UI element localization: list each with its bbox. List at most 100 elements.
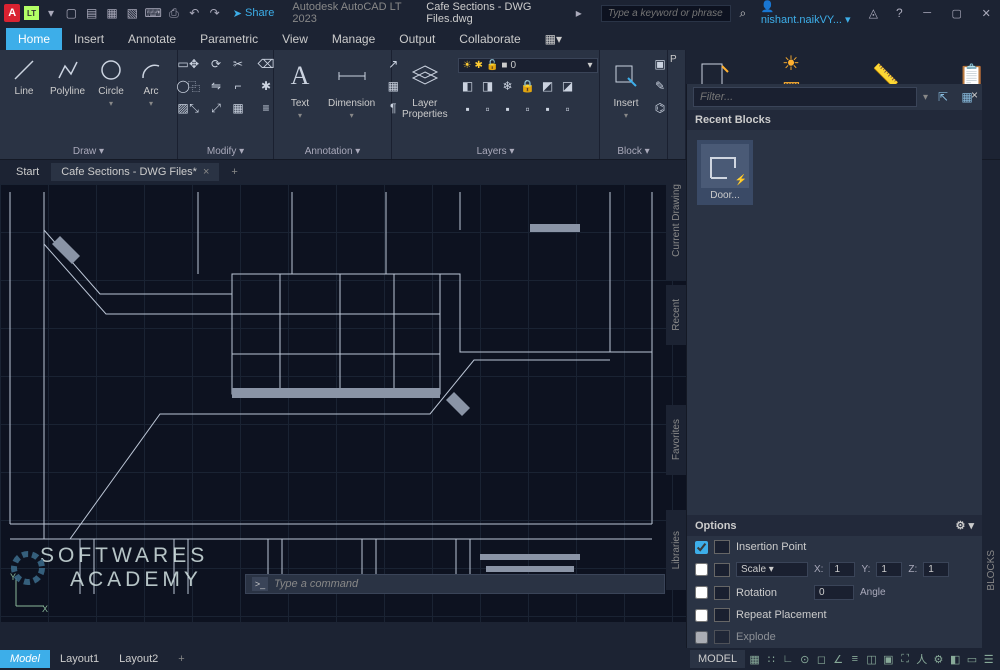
doctab-start[interactable]: Start — [6, 163, 49, 181]
tab-collaborate[interactable]: Collaborate — [447, 28, 532, 50]
sidetab-libraries[interactable]: Libraries — [666, 510, 686, 590]
arc-tool[interactable]: Arc▾ — [133, 54, 169, 110]
status-lwt-icon[interactable]: ≡ — [848, 650, 863, 668]
text-tool[interactable]: AText▾ — [280, 54, 320, 122]
scale-icon[interactable]: ⤢ — [206, 98, 226, 118]
search-input[interactable] — [601, 5, 731, 22]
layer-combo[interactable]: ☀✱🔓■0▾ — [458, 58, 598, 73]
layer-a-icon[interactable]: ▪ — [458, 99, 478, 119]
rotation-checkbox[interactable] — [695, 586, 708, 599]
create-block-icon[interactable]: ▣ — [650, 54, 670, 74]
app-logo[interactable]: A — [4, 4, 20, 22]
array-icon[interactable]: ▦ — [228, 98, 248, 118]
layeroff-icon[interactable]: ◨ — [478, 76, 498, 96]
opt-insertion-point[interactable]: Insertion Point — [687, 536, 982, 558]
sidetab-blocks[interactable]: BLOCKS — [982, 540, 1000, 600]
opt-scale[interactable]: Scale ▾X:1Y:1Z:1 — [687, 558, 982, 581]
tab-insert[interactable]: Insert — [62, 28, 116, 50]
block-thumb-door[interactable]: ⚡ Door... — [697, 140, 753, 205]
doctab-active[interactable]: Cafe Sections - DWG Files*× — [51, 163, 219, 181]
plot-icon[interactable]: ⌨ — [144, 4, 161, 22]
undo-icon[interactable]: ↶ — [186, 4, 202, 22]
panel-draw-title[interactable]: Draw ▾ — [6, 144, 171, 157]
status-model[interactable]: MODEL — [690, 650, 745, 668]
status-ann-icon[interactable]: 人 — [914, 650, 929, 668]
layer-e-icon[interactable]: ▪ — [538, 99, 558, 119]
status-clean-icon[interactable]: ▭ — [965, 650, 980, 668]
layer-c-icon[interactable]: ▪ — [498, 99, 518, 119]
block-filter-input[interactable] — [693, 87, 917, 107]
status-ws-icon[interactable]: ⚙ — [931, 650, 946, 668]
redo-icon[interactable]: ↷ — [206, 4, 222, 22]
command-line[interactable]: >_Type a command — [245, 574, 665, 594]
tab-featured[interactable]: ▦▾ — [533, 28, 557, 50]
status-ortho-icon[interactable]: ∟ — [781, 650, 796, 668]
layer-f-icon[interactable]: ▫ — [558, 99, 578, 119]
scale-x-field[interactable]: 1 — [829, 562, 855, 577]
dimension-tool[interactable]: Dimension▾ — [324, 54, 379, 122]
copy-icon[interactable]: ⿻ — [184, 76, 204, 96]
attr-icon[interactable]: ⌬ — [650, 98, 670, 118]
status-otrack-icon[interactable]: ∠ — [831, 650, 846, 668]
doctab-close-icon[interactable]: × — [203, 166, 209, 178]
layout-add[interactable]: + — [168, 650, 194, 668]
trim-icon[interactable]: ✂ — [228, 54, 248, 74]
edit-block-icon[interactable]: ✎ — [650, 76, 670, 96]
saveas-icon[interactable]: ▧ — [124, 4, 140, 22]
scale-z-field[interactable]: 1 — [923, 562, 949, 577]
layout-1[interactable]: Layout1 — [50, 650, 109, 668]
opt-rotation[interactable]: Rotation0Angle — [687, 581, 982, 604]
stretch-icon[interactable]: ⤡ — [184, 98, 204, 118]
circle-tool[interactable]: Circle▾ — [93, 54, 129, 110]
status-osnap-icon[interactable]: ◻ — [814, 650, 829, 668]
qat-menu-icon[interactable]: ▾ — [43, 4, 59, 22]
rotation-field[interactable]: 0 — [814, 585, 854, 600]
insertion-checkbox[interactable] — [695, 541, 708, 554]
user-account[interactable]: 👤 nishant.naikVY... ▾ — [761, 0, 856, 26]
save-icon[interactable]: ▦ — [104, 4, 120, 22]
layer-properties-button[interactable]: Layer Properties — [398, 54, 452, 122]
move-icon[interactable]: ✥ — [184, 54, 204, 74]
rotate-icon[interactable]: ⟳ — [206, 54, 226, 74]
layeriso-icon[interactable]: ◧ — [458, 76, 478, 96]
layermatch-icon[interactable]: ◩ — [538, 76, 558, 96]
erase-icon[interactable]: ⌫ — [256, 54, 276, 74]
explode-icon[interactable]: ✱ — [256, 76, 276, 96]
layerprev-icon[interactable]: ◪ — [558, 76, 578, 96]
status-qp-icon[interactable]: ▣ — [881, 650, 896, 668]
tab-home[interactable]: Home — [6, 28, 62, 50]
panel-block-title[interactable]: Block ▾ — [606, 144, 661, 157]
panel-annotation-title[interactable]: Annotation ▾ — [280, 144, 385, 157]
insert-block-button[interactable]: Insert▾ — [606, 54, 646, 122]
line-tool[interactable]: Line — [6, 54, 42, 99]
tab-parametric[interactable]: Parametric — [188, 28, 270, 50]
scale-checkbox[interactable] — [695, 563, 708, 576]
scale-select[interactable]: Scale ▾ — [736, 562, 808, 577]
offset-icon[interactable]: ≡ — [256, 98, 276, 118]
panel-modify-title[interactable]: Modify ▾ — [184, 144, 267, 157]
status-custom-icon[interactable]: ☰ — [981, 650, 996, 668]
sidetab-current[interactable]: Current Drawing — [666, 160, 686, 280]
repeat-checkbox[interactable] — [695, 609, 708, 622]
doc-menu-icon[interactable]: ▸ — [571, 4, 587, 22]
layerlck-icon[interactable]: 🔒 — [518, 76, 538, 96]
tab-manage[interactable]: Manage — [320, 28, 387, 50]
new-icon[interactable]: ▢ — [63, 4, 79, 22]
panel-layers-title[interactable]: Layers ▾ — [398, 144, 593, 157]
status-grid-icon[interactable]: ▦ — [747, 650, 762, 668]
sidetab-recent[interactable]: Recent — [666, 285, 686, 345]
close-icon[interactable]: ✕ — [976, 4, 996, 22]
layout-model[interactable]: Model — [0, 650, 50, 668]
fillet-icon[interactable]: ⌐ — [228, 76, 248, 96]
status-polar-icon[interactable]: ⊙ — [797, 650, 812, 668]
drawing-canvas[interactable]: YX SOFTWARESACADEMY >_Type a command — [0, 184, 686, 622]
minimize-icon[interactable]: ─ — [917, 4, 937, 22]
print-icon[interactable]: ⎙ — [166, 4, 182, 22]
layer-b-icon[interactable]: ▫ — [478, 99, 498, 119]
opt-repeat[interactable]: Repeat Placement — [687, 604, 982, 626]
polyline-tool[interactable]: Polyline — [46, 54, 89, 99]
autodesk-icon[interactable]: ◬ — [865, 4, 881, 22]
status-trans-icon[interactable]: ◫ — [864, 650, 879, 668]
help-icon[interactable]: ? — [891, 4, 907, 22]
opt-explode[interactable]: Explode — [687, 626, 982, 648]
